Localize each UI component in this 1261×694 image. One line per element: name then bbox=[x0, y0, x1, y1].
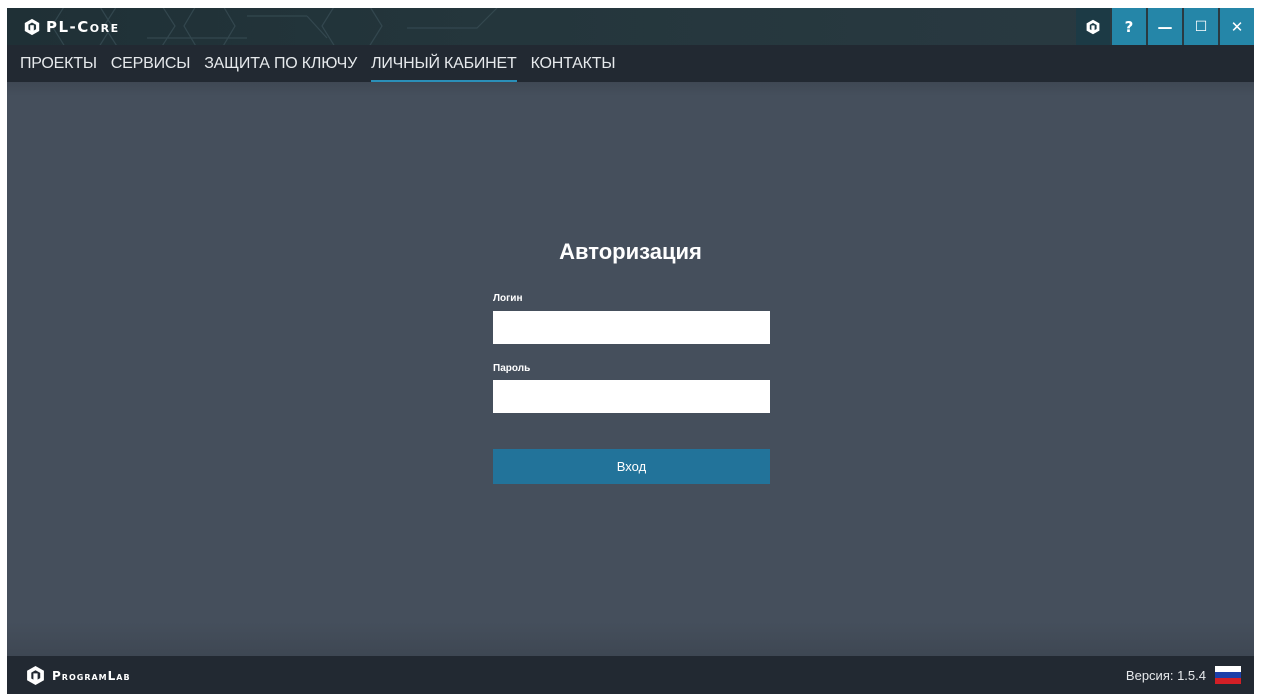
help-icon: ? bbox=[1124, 17, 1134, 36]
window-controls: ? — ☐ ✕ bbox=[1076, 8, 1254, 45]
program-lab-logo-icon bbox=[27, 666, 44, 685]
app-window: PL-Core ? — ☐ ✕ ПРОЕКТЫ СЕРВИСЫ ЗАЩИТА П… bbox=[7, 8, 1254, 694]
program-lab-logo-icon bbox=[1086, 19, 1100, 34]
russia-flag-icon[interactable] bbox=[1215, 666, 1241, 684]
login-label: Логин bbox=[493, 293, 523, 304]
auth-title: Авторизация bbox=[559, 239, 702, 264]
help-button[interactable]: ? bbox=[1112, 8, 1146, 45]
maximize-button[interactable]: ☐ bbox=[1184, 8, 1218, 45]
maximize-icon: ☐ bbox=[1194, 18, 1208, 35]
app-menu-button[interactable] bbox=[1076, 8, 1110, 45]
app-brand: PL-Core bbox=[23, 16, 120, 38]
app-title: PL-Core bbox=[46, 18, 120, 36]
nav-item-projects[interactable]: ПРОЕКТЫ bbox=[20, 45, 97, 82]
main-nav: ПРОЕКТЫ СЕРВИСЫ ЗАЩИТА ПО КЛЮЧУ ЛИЧНЫЙ К… bbox=[7, 45, 1254, 82]
password-input[interactable] bbox=[493, 380, 770, 413]
main-content: Авторизация Логин Пароль Вход bbox=[7, 82, 1254, 656]
minimize-button[interactable]: — bbox=[1148, 8, 1182, 45]
footer: ProgramLab Версия: 1.5.4 bbox=[7, 656, 1254, 694]
nav-item-personal-account[interactable]: ЛИЧНЫЙ КАБИНЕТ bbox=[371, 45, 517, 82]
nav-item-services[interactable]: СЕРВИСЫ bbox=[111, 45, 191, 82]
footer-brand: ProgramLab bbox=[25, 665, 131, 686]
nav-item-key-protection[interactable]: ЗАЩИТА ПО КЛЮЧУ bbox=[204, 45, 357, 82]
version-text: Версия: 1.5.4 bbox=[1125, 667, 1206, 683]
version-info: Версия: 1.5.4 bbox=[1126, 666, 1241, 684]
login-input[interactable] bbox=[493, 311, 770, 344]
title-bar[interactable]: PL-Core ? — ☐ ✕ bbox=[7, 8, 1254, 45]
close-button[interactable]: ✕ bbox=[1220, 8, 1254, 45]
program-lab-logo-icon bbox=[24, 18, 40, 36]
nav-item-contacts[interactable]: КОНТАКТЫ bbox=[531, 45, 616, 82]
close-icon: ✕ bbox=[1230, 17, 1244, 36]
minimize-icon: — bbox=[1157, 17, 1173, 36]
password-label: Пароль bbox=[493, 363, 531, 374]
login-button[interactable]: Вход bbox=[493, 449, 770, 484]
footer-brand-name: ProgramLab bbox=[52, 668, 131, 683]
